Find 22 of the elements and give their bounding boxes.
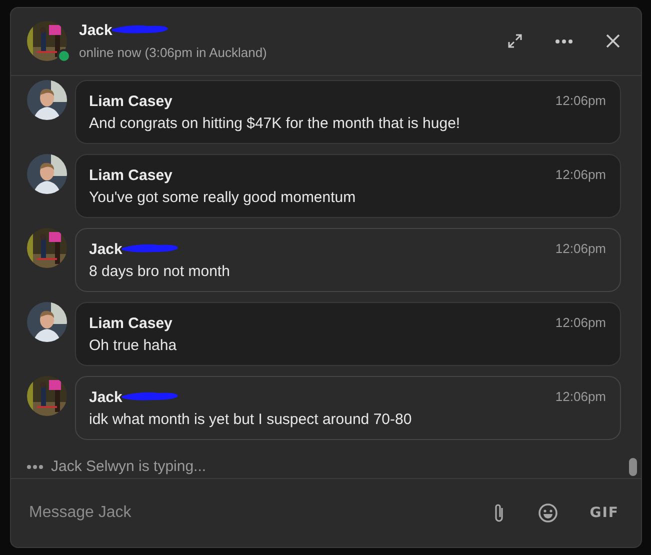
message-text: Oh true haha: [89, 336, 178, 356]
sender-name: Liam Casey: [89, 166, 172, 184]
scrollbar-thumb[interactable]: [629, 458, 637, 476]
sender-name: Jack: [89, 240, 122, 258]
sender-name: Jack: [89, 388, 122, 406]
typing-icon: [27, 465, 43, 470]
message-time: 12:06pm: [555, 388, 606, 406]
gif-button[interactable]: GIF: [586, 498, 623, 528]
contact-name: Jack: [79, 22, 112, 40]
message-text: And congrats on hitting $47K for the month that is huge!: [89, 114, 462, 134]
message-time: 12:06pm: [555, 314, 606, 332]
sender-name: Liam Casey: [89, 314, 172, 332]
status-text: online now (3:06pm in Auckland): [79, 44, 268, 62]
sender-name: Liam Casey: [89, 92, 172, 110]
message-time: 12:06pm: [555, 92, 606, 110]
message-time: 12:06pm: [555, 166, 606, 184]
typing-indicator: Jack Selwyn is typing...: [51, 456, 206, 477]
message-input[interactable]: Message Jack: [27, 500, 472, 526]
message-text: 8 days bro not month: [89, 262, 231, 282]
message-text: You've got some really good momentum: [89, 188, 357, 208]
message-text: idk what month is yet but I suspect around 70-80: [89, 410, 413, 430]
message-time: 12:06pm: [555, 240, 606, 258]
